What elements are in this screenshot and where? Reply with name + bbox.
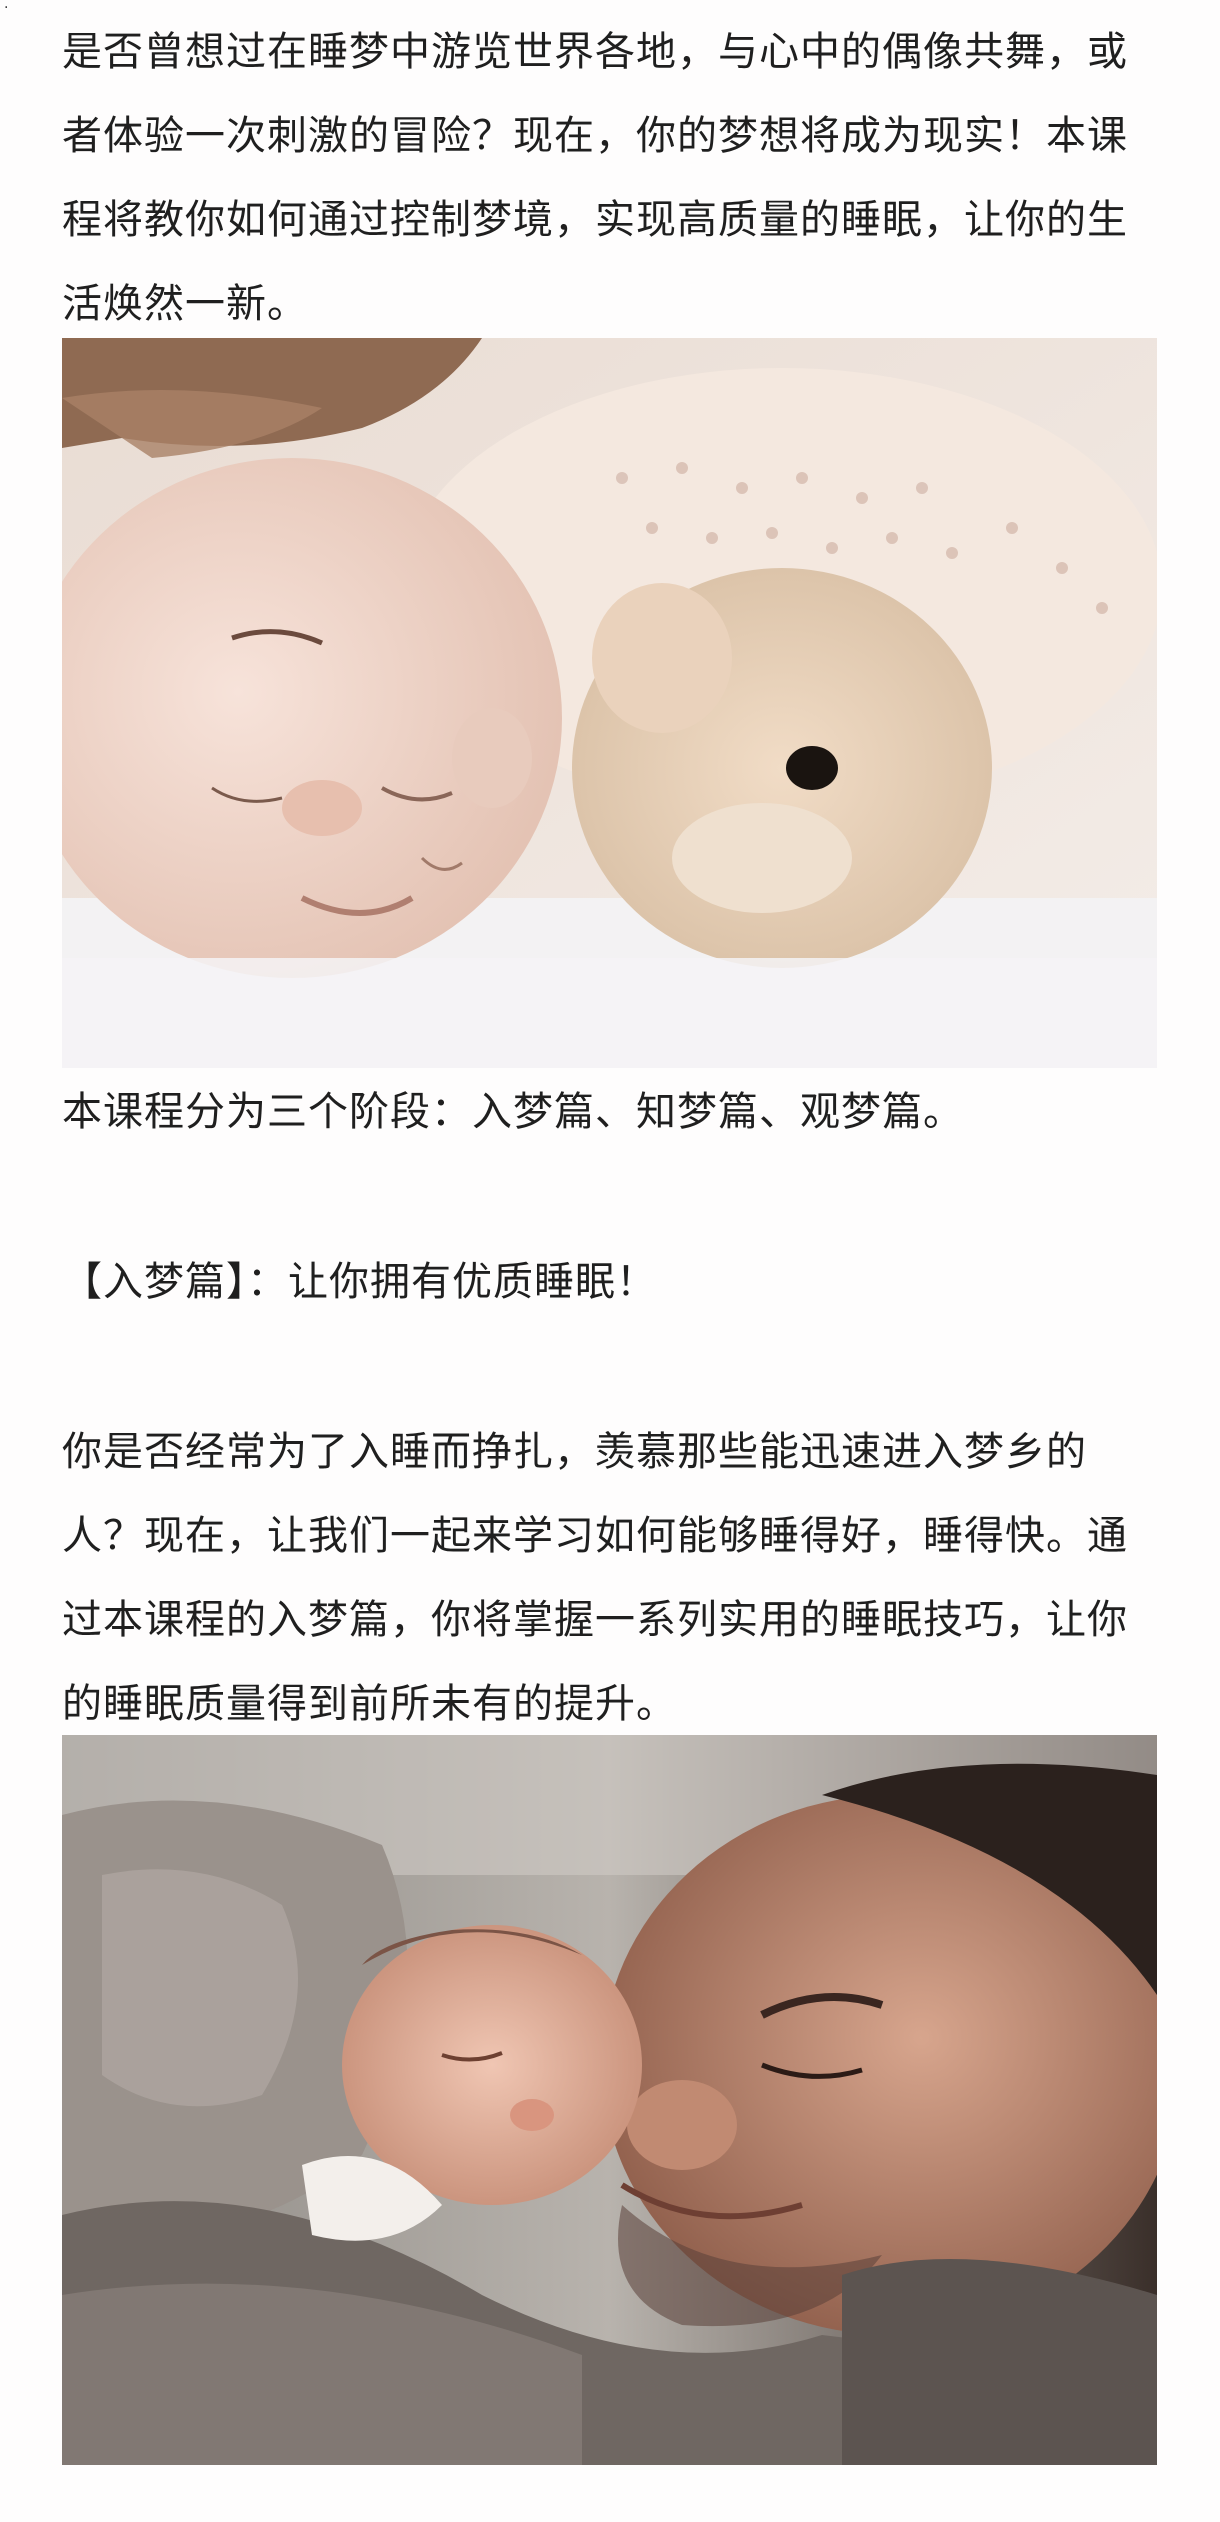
stages-paragraph: 本课程分为三个阶段：入梦篇、知梦篇、观梦篇。: [62, 1089, 964, 1135]
sleeping-child-illustration: [62, 338, 1157, 1068]
intro-paragraph: 是否曾想过在睡梦中游览世界各地，与心中的偶像共舞，或者体验一次刺激的冒险？现在，…: [62, 29, 1128, 327]
article-page: · 是否曾想过在睡梦中游览世界各地，与心中的偶像共舞，或者体验一次刺激的冒险？现…: [0, 0, 1220, 2522]
section-body: 你是否经常为了入睡而挣扎，羡慕那些能迅速进入梦乡的人？现在，让我们一起来学习如何…: [62, 1429, 1128, 1727]
sleeping-father-newborn-illustration: [62, 1735, 1157, 2465]
sleeping-child-photo: [62, 338, 1157, 1068]
corner-mark: ·: [4, 0, 9, 16]
sleeping-father-newborn-photo: [62, 1735, 1157, 2465]
section-heading: 【入梦篇】：让你拥有优质睡眠！: [62, 1259, 657, 1305]
